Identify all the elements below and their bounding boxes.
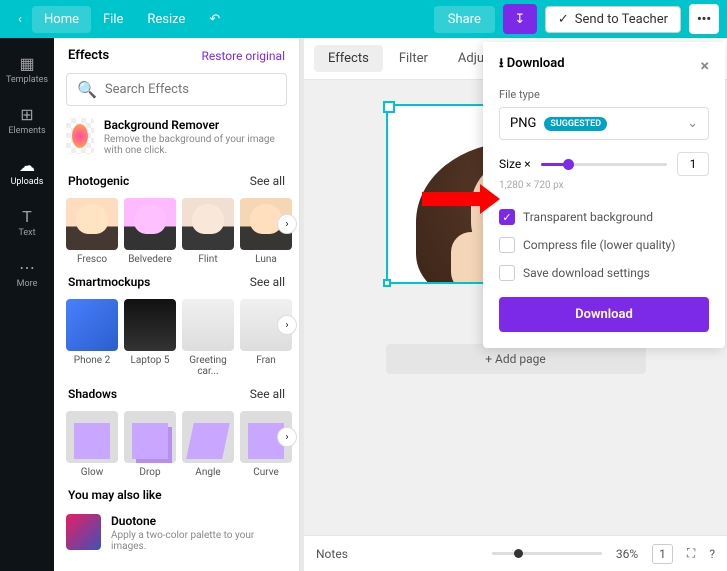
panel-title: Effects: [68, 48, 109, 63]
shadow-glow[interactable]: Glow: [66, 411, 118, 478]
photogenic-next-icon[interactable]: ›: [277, 214, 297, 234]
help-icon[interactable]: ?: [709, 547, 715, 561]
zoom-slider[interactable]: [492, 552, 602, 555]
send-to-teacher-button[interactable]: ✓Send to Teacher: [545, 6, 681, 33]
rail-elements[interactable]: ⊞Elements: [0, 95, 54, 146]
duotone-title: Duotone: [111, 514, 287, 528]
search-icon: 🔍: [77, 80, 97, 99]
resize-button[interactable]: Resize: [135, 6, 197, 33]
mock-phone2[interactable]: Phone 2: [66, 299, 118, 377]
smartmockups-seeall[interactable]: See all: [250, 275, 285, 289]
rail-more[interactable]: ⋯More: [0, 248, 54, 299]
compress-checkbox[interactable]: Compress file (lower quality): [499, 231, 709, 259]
bgrm-desc: Remove the background of your image with…: [104, 134, 287, 156]
duotone-desc: Apply a two-color palette to your images…: [111, 530, 287, 552]
rail-uploads[interactable]: ☁Uploads: [0, 146, 54, 197]
shadows-next-icon[interactable]: ›: [277, 427, 297, 447]
bgrm-thumb: [66, 118, 94, 154]
undo-icon[interactable]: ↶: [197, 6, 232, 33]
left-rail: ▦Templates ⊞Elements ☁Uploads TText ⋯Mor…: [0, 38, 54, 571]
fullscreen-icon[interactable]: ⛶: [687, 546, 695, 561]
filetype-select[interactable]: PNG SUGGESTED ⌄: [499, 107, 709, 140]
download-icon: ⭳: [499, 56, 504, 71]
add-page-button[interactable]: + Add page: [386, 344, 646, 374]
photogenic-heading: Photogenic: [68, 174, 129, 188]
back-icon[interactable]: ‹: [8, 12, 32, 27]
bgrm-title: Background Remover: [104, 118, 287, 132]
transparent-bg-checkbox[interactable]: ✓ Transparent background: [499, 203, 709, 231]
smartmockups-next-icon[interactable]: ›: [277, 315, 297, 335]
download-button[interactable]: Download: [499, 297, 709, 332]
download-icon-button[interactable]: ↧: [503, 4, 537, 34]
dimensions-text: 1,280 × 720 px: [499, 180, 709, 191]
file-button[interactable]: File: [91, 6, 135, 33]
page-count[interactable]: 1: [652, 544, 673, 564]
restore-original-link[interactable]: Restore original: [202, 49, 285, 63]
duotone-item[interactable]: Duotone Apply a two-color palette to you…: [54, 506, 299, 560]
size-label: Size ×: [499, 157, 531, 171]
top-toolbar: ‹ Home File Resize ↶ Share ↧ ✓Send to Te…: [0, 0, 727, 38]
checkbox-icon: [499, 237, 515, 253]
home-button[interactable]: Home: [32, 6, 91, 33]
effect-flint[interactable]: Flint: [182, 198, 234, 265]
save-settings-checkbox[interactable]: Save download settings: [499, 259, 709, 287]
duotone-thumb: [66, 514, 101, 550]
search-effects[interactable]: 🔍: [66, 73, 287, 106]
share-button[interactable]: Share: [434, 6, 495, 33]
effect-belvedere[interactable]: Belvedere: [124, 198, 176, 265]
shadow-drop[interactable]: Drop: [124, 411, 176, 478]
effect-fresco[interactable]: Fresco: [66, 198, 118, 265]
shadows-heading: Shadows: [68, 387, 117, 401]
background-remover[interactable]: Background Remover Remove the background…: [54, 118, 299, 170]
search-input[interactable]: [105, 82, 276, 97]
notes-button[interactable]: Notes: [316, 547, 348, 561]
photogenic-seeall[interactable]: See all: [250, 174, 285, 188]
size-slider[interactable]: [541, 163, 667, 166]
tab-effects[interactable]: Effects: [314, 45, 383, 72]
size-input[interactable]: [677, 152, 709, 176]
mock-fran[interactable]: Fran: [240, 299, 292, 377]
more-button[interactable]: •••: [689, 4, 719, 34]
you-may-like-heading: You may also like: [68, 488, 162, 502]
checkbox-icon: [499, 265, 515, 281]
effects-panel: Effects Restore original 🔍 Background Re…: [54, 38, 300, 571]
mock-greeting[interactable]: Greeting car...: [182, 299, 234, 377]
mock-laptop5[interactable]: Laptop 5: [124, 299, 176, 377]
rail-templates[interactable]: ▦Templates: [0, 44, 54, 95]
download-dialog: ⭳ Download × File type PNG SUGGESTED ⌄ S…: [483, 42, 725, 348]
rail-text[interactable]: TText: [0, 197, 54, 248]
chevron-down-icon: ⌄: [687, 116, 698, 131]
close-icon[interactable]: ×: [701, 56, 710, 75]
filetype-value: PNG: [510, 116, 536, 131]
tab-filter[interactable]: Filter: [385, 45, 442, 72]
checkbox-checked-icon: ✓: [499, 209, 515, 225]
shadows-seeall[interactable]: See all: [250, 387, 285, 401]
shadow-angle[interactable]: Angle: [182, 411, 234, 478]
zoom-value: 36%: [616, 547, 638, 561]
suggested-badge: SUGGESTED: [544, 117, 607, 131]
dialog-title: Download: [507, 56, 565, 71]
annotation-arrow: [422, 192, 482, 206]
filetype-label: File type: [499, 88, 709, 101]
smartmockups-heading: Smartmockups: [68, 275, 150, 289]
bottom-bar: Notes 36% 1 ⛶ ?: [304, 535, 727, 571]
